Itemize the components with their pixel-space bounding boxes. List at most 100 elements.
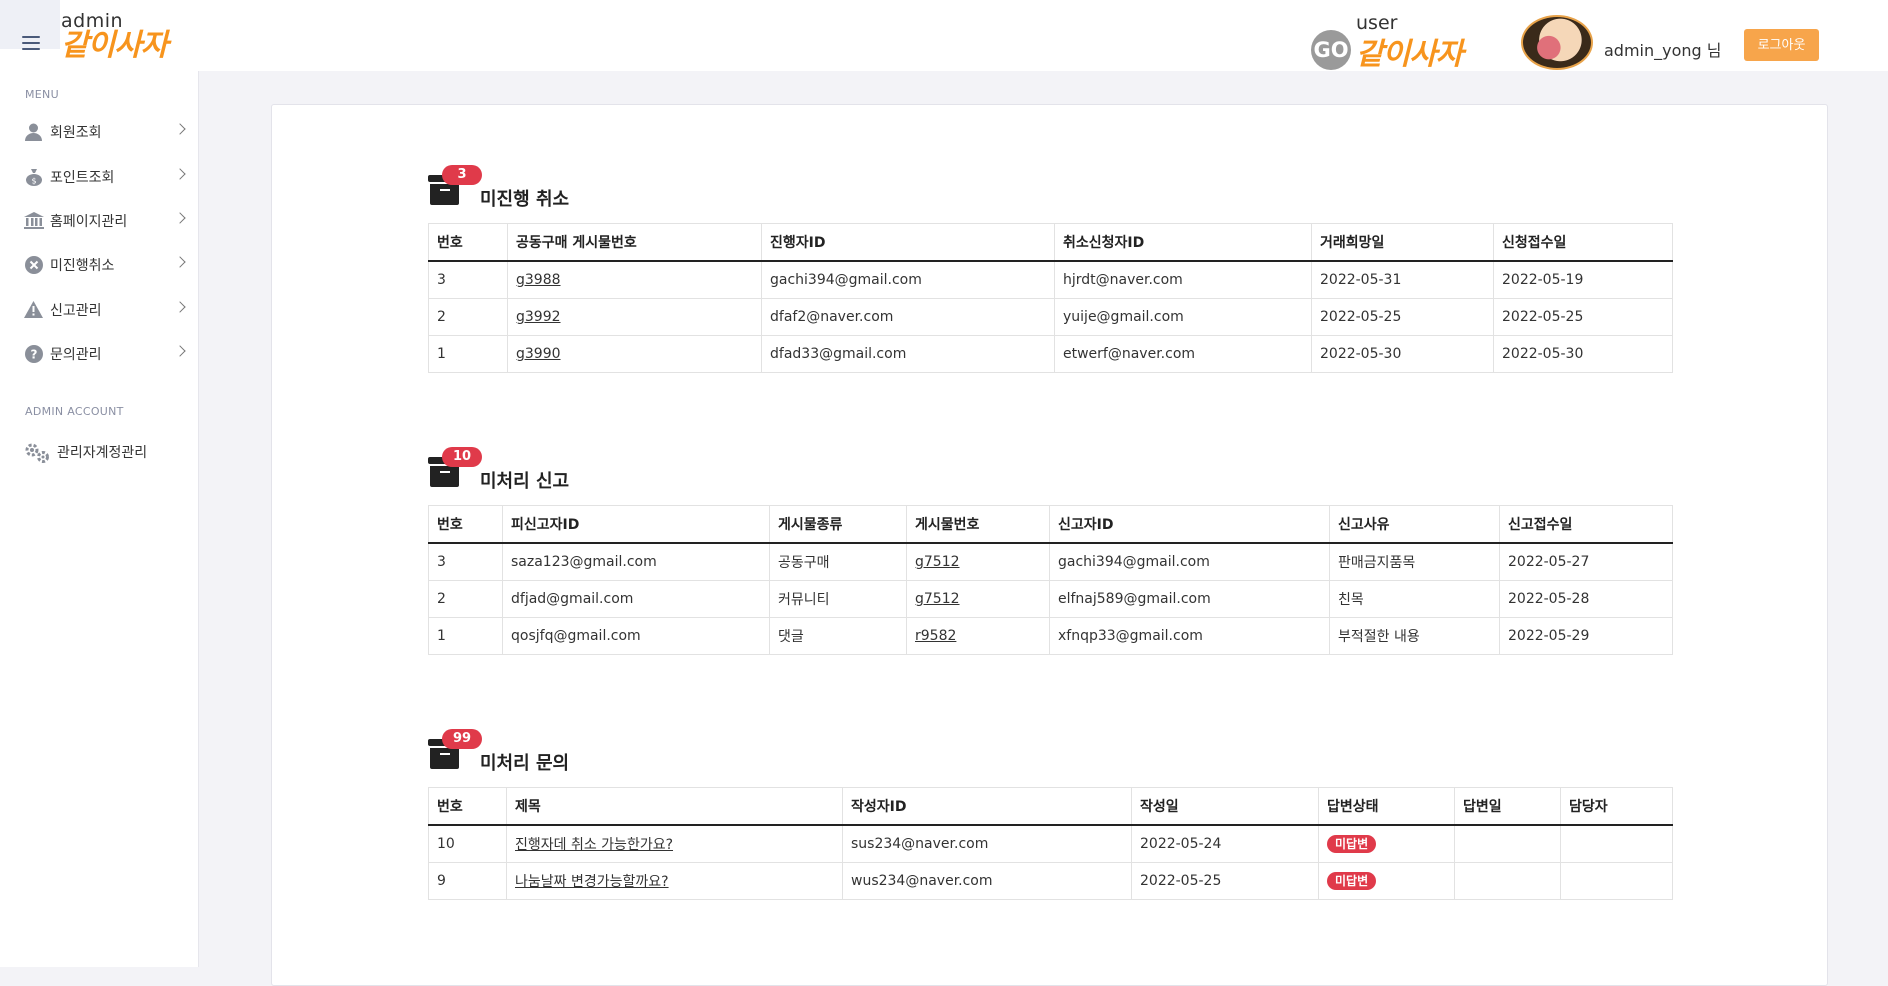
user-logo-brand: 같이사자 [1356,37,1463,72]
inquiry-table: 번호 제목 작성자ID 작성일 답변상태 답변일 담당자 10 진행자데 취소 … [428,787,1673,900]
money-bag-icon: $ [24,168,43,187]
column-header: 답변상태 [1318,787,1455,826]
warning-icon [24,300,43,320]
post-link[interactable]: r9582 [915,628,956,644]
cell-answer-date [1454,862,1561,900]
sidebar-item-label: 미진행취소 [50,258,115,274]
table-row: 1 qosjfq@gmail.com 댓글 r9582 xfnqp33@gmai… [428,617,1673,655]
sidebar-item-reports[interactable]: 신고관리 [24,296,186,324]
chevron-right-icon [174,345,186,357]
post-link[interactable]: g7512 [915,554,960,570]
column-header: 작성일 [1131,787,1319,826]
cell-post-type: 공동구매 [769,542,907,581]
chevron-right-icon [174,256,186,268]
sidebar-item-label: 홈페이지관리 [50,214,128,230]
cell-reporter-id: gachi394@gmail.com [1049,542,1330,581]
sidebar-item-members[interactable]: 회원조회 [24,118,186,146]
admin-account-section-label: ADMIN ACCOUNT [25,405,124,418]
chevron-right-icon [174,168,186,180]
cell-desired-date: 2022-05-31 [1311,260,1494,299]
section-title: 미진행 취소 [480,189,570,210]
column-header: 취소신청자ID [1054,223,1312,262]
cell-post-no: g3992 [507,298,762,336]
table-row: 3 saza123@gmail.com 공동구매 g7512 gachi394@… [428,542,1673,581]
column-header: 제목 [506,787,843,826]
table-header-row: 번호 제목 작성자ID 작성일 답변상태 답변일 담당자 [428,787,1673,826]
section-header: 99 미처리 문의 [428,729,1673,775]
cell-no: 10 [428,824,507,863]
admin-logo[interactable]: admin 같이사자 [61,11,168,63]
sidebar-item-points[interactable]: $ 포인트조회 [24,163,186,191]
cell-no: 1 [428,335,508,373]
cell-report-date: 2022-05-28 [1499,580,1673,618]
column-header: 번호 [428,223,508,262]
cell-report-date: 2022-05-29 [1499,617,1673,655]
sidebar-item-label: 포인트조회 [50,170,115,186]
column-header: 거래희망일 [1311,223,1494,262]
cell-author-id: sus234@naver.com [842,824,1132,863]
column-header: 신고자ID [1049,505,1330,544]
cell-no: 3 [428,260,508,299]
logout-button[interactable]: 로그아웃 [1744,29,1819,61]
column-header: 게시물번호 [906,505,1050,544]
cell-request-date: 2022-05-25 [1493,298,1673,336]
sidebar-item-label: 관리자계정관리 [57,445,148,461]
cell-no: 9 [428,862,507,900]
cell-reported-id: saza123@gmail.com [502,542,770,581]
sidebar-item-label: 신고관리 [50,303,102,319]
cell-desired-date: 2022-05-25 [1311,298,1494,336]
table-header-row: 번호 피신고자ID 게시물종류 게시물번호 신고자ID 신고사유 신고접수일 [428,505,1673,544]
cell-requester-id: hjrdt@naver.com [1054,260,1312,299]
report-table: 번호 피신고자ID 게시물종류 게시물번호 신고자ID 신고사유 신고접수일 3… [428,505,1673,655]
post-link[interactable]: g3992 [516,309,561,325]
cell-no: 1 [428,617,503,655]
menu-section-label: MENU [25,88,59,101]
cell-no: 2 [428,298,508,336]
cell-answer-status: 미답변 [1318,862,1455,900]
cell-subject: 나눔날짜 변경가능할까요? [506,862,843,900]
cell-subject: 진행자데 취소 가능한가요? [506,824,843,863]
sidebar-item-inquiries[interactable]: ? 문의관리 [24,340,186,368]
svg-text:?: ? [30,347,37,361]
admin-logo-brand: 같이사자 [61,28,168,63]
cell-requester-id: etwerf@naver.com [1054,335,1312,373]
column-header: 진행자ID [761,223,1055,262]
post-link[interactable]: g3990 [516,346,561,362]
section-header: 10 미처리 신고 [428,447,1673,493]
cancel-table: 번호 공동구매 게시물번호 진행자ID 취소신청자ID 거래희망일 신청접수일 … [428,223,1673,373]
cell-post-no: g3988 [507,260,762,299]
question-icon: ? [24,344,43,364]
post-link[interactable]: g7512 [915,591,960,607]
sidebar-item-homepage[interactable]: 홈페이지관리 [24,207,186,235]
cell-report-date: 2022-05-27 [1499,542,1673,581]
column-header: 신고사유 [1329,505,1500,544]
go-icon: GO [1311,30,1351,70]
cell-post-no: g7512 [906,542,1050,581]
section-header: 3 미진행 취소 [428,165,1673,211]
menu-toggle-area[interactable] [0,0,60,50]
sidebar-item-label: 회원조회 [50,125,102,141]
sidebar-item-label: 문의관리 [50,347,102,363]
hamburger-icon[interactable] [22,36,40,50]
sidebar-item-admin-accounts[interactable]: 관리자계정관리 [24,438,184,466]
top-header: admin 같이사자 GO user 같이사자 admin_yong 님 로그아… [0,0,1888,72]
cell-request-date: 2022-05-30 [1493,335,1673,373]
sidebar-item-cancel[interactable]: 미진행취소 [24,251,186,279]
cell-desired-date: 2022-05-30 [1311,335,1494,373]
inquiry-link[interactable]: 나눔날짜 변경가능할까요? [515,874,669,890]
inquiry-link[interactable]: 진행자데 취소 가능한가요? [515,837,673,853]
post-link[interactable]: g3988 [516,272,561,288]
column-header: 작성자ID [842,787,1132,826]
cell-reported-id: dfjad@gmail.com [502,580,770,618]
table-row: 1 g3990 dfad33@gmail.com etwerf@naver.co… [428,335,1673,373]
cell-assignee [1560,824,1673,863]
cell-written-date: 2022-05-24 [1131,824,1319,863]
svg-text:$: $ [31,176,36,185]
user-icon [24,123,43,142]
section-pending-inquiries: 99 미처리 문의 번호 제목 작성자ID 작성일 답변상태 답변일 담당자 1… [428,729,1673,900]
cell-answer-status: 미답변 [1318,824,1455,863]
column-header: 피신고자ID [502,505,770,544]
column-header: 신고접수일 [1499,505,1673,544]
table-header-row: 번호 공동구매 게시물번호 진행자ID 취소신청자ID 거래희망일 신청접수일 [428,223,1673,262]
avatar [1521,15,1593,70]
